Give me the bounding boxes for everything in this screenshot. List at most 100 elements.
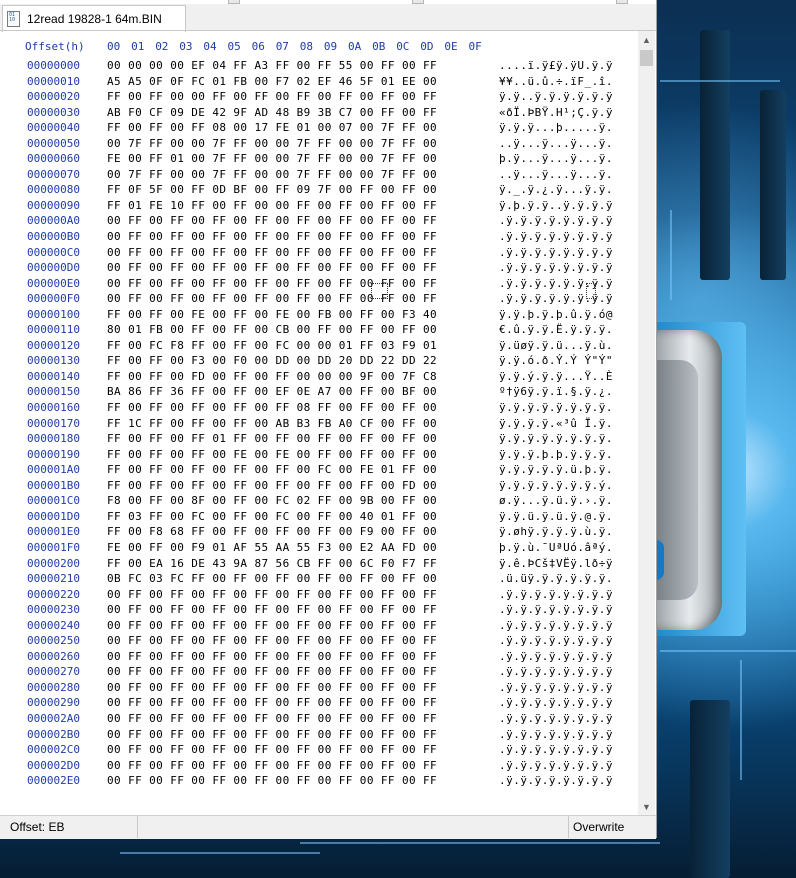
row-hex-bytes[interactable]: F8 00 FF 00 8F 00 FF 00 FC 02 FF 00 9B 0… [107,494,437,507]
hex-row[interactable]: 000001C0 F8 00 FF 00 8F 00 FF 00 FC 02 FF… [0,494,638,510]
row-hex-bytes[interactable]: 00 FF 00 FF 00 FF 00 FF 00 FF 00 FF 00 F… [107,246,437,259]
row-hex-bytes[interactable]: 00 FF 00 FF 00 FF 00 FF 00 FF 00 FF 00 F… [107,619,437,632]
hex-row[interactable]: 000001B0 FF 00 FF 00 FF 00 FF 00 FF 00 FF… [0,479,638,495]
hex-row[interactable]: 00000000 00 00 00 00 EF 04 FF A3 FF 00 FF… [0,59,638,75]
row-ascii[interactable]: ÿ.ÿ.ÿ.ÿ.ÿ.ÿ.ÿ.ÿ. [499,401,613,414]
scroll-up-icon[interactable]: ▲ [638,31,655,48]
hex-row[interactable]: 00000180 FF 00 FF 00 FF 01 FF 00 FF 00 FF… [0,432,638,448]
row-hex-bytes[interactable]: 00 FF 00 FF 00 FF 00 FF 00 FF 00 FF 00 F… [107,665,437,678]
tab-stub[interactable] [412,0,424,4]
hex-row[interactable]: 00000290 00 FF 00 FF 00 FF 00 FF 00 FF 00… [0,696,638,712]
row-ascii[interactable]: þ.ÿ.ù.¯UªUó.âªý. [499,541,613,554]
row-hex-bytes[interactable]: 00 7F FF 00 00 7F FF 00 00 7F FF 00 00 7… [107,168,437,181]
row-hex-bytes[interactable]: 00 7F FF 00 00 7F FF 00 00 7F FF 00 00 7… [107,137,437,150]
hex-row[interactable]: 000001E0 FF 00 F8 68 FF 00 FF 00 FF 00 FF… [0,525,638,541]
row-hex-bytes[interactable]: FF 00 EA 16 DE 43 9A 87 56 CB FF 00 6C F… [107,557,437,570]
row-hex-bytes[interactable]: 00 FF 00 FF 00 FF 00 FF 00 FF 00 FF 00 F… [107,728,437,741]
row-ascii[interactable]: .ÿ.ÿ.ÿ.ÿ.ÿ.ÿ.ÿ.ÿ [499,728,613,741]
row-ascii[interactable]: ..ÿ...ÿ...ÿ...ÿ. [499,168,613,181]
row-hex-bytes[interactable]: 00 FF 00 FF 00 FF 00 FF 00 FF 00 FF 00 F… [107,261,437,274]
hex-row[interactable]: 00000190 FF 00 FF 00 FF 00 FE 00 FE 00 FF… [0,448,638,464]
row-hex-bytes[interactable]: FF 00 FF 00 FF 00 FF 00 FF 00 FC 00 FE 0… [107,463,437,476]
hex-row[interactable]: 000002C0 00 FF 00 FF 00 FF 00 FF 00 FF 00… [0,743,638,759]
row-hex-bytes[interactable]: FF 00 FF 00 F3 00 F0 00 DD 00 DD 20 DD 2… [107,354,437,367]
row-hex-bytes[interactable]: 00 FF 00 FF 00 FF 00 FF 00 FF 00 FF 00 F… [107,650,437,663]
row-hex-bytes[interactable]: FF 00 FF 00 FF 00 FF 00 FF 00 FF 00 FF 0… [107,479,437,492]
row-hex-bytes[interactable]: 00 FF 00 FF 00 FF 00 FF 00 FF 00 FF 00 F… [107,759,437,772]
row-ascii[interactable]: ....ï.ÿ£ÿ.ÿU.ÿ.ÿ [499,59,613,72]
row-hex-bytes[interactable]: FF 00 FF 00 FE 00 FF 00 FE 00 FB 00 FF 0… [107,308,437,321]
hex-row[interactable]: 00000070 00 7F FF 00 00 7F FF 00 00 7F FF… [0,168,638,184]
row-ascii[interactable]: þ.ÿ...ÿ...ÿ...ÿ. [499,152,613,165]
row-hex-bytes[interactable]: FE 00 FF 00 F9 01 AF 55 AA 55 F3 00 E2 A… [107,541,437,554]
row-hex-bytes[interactable]: FF 00 FF 00 00 FF 00 FF 00 FF 00 FF 00 F… [107,90,437,103]
row-hex-bytes[interactable]: 00 FF 00 FF 00 FF 00 FF 00 FF 00 FF 00 F… [107,603,437,616]
row-ascii[interactable]: ÿ.ê.ÞCš‡VËÿ.lð÷ÿ [499,557,613,570]
hex-row[interactable]: 000000B0 00 FF 00 FF 00 FF 00 FF 00 FF 00… [0,230,638,246]
tab-stub[interactable] [228,0,240,4]
row-ascii[interactable]: .ÿ.ÿ.ÿ.ÿ.ÿ.ÿ.ÿ.ÿ [499,603,613,616]
row-ascii[interactable]: .ÿ.ÿ.ÿ.ÿ.ÿ.ÿ.ÿ.ÿ [499,588,613,601]
row-ascii[interactable]: €.û.ÿ.ÿ.Ë.ÿ.ÿ.ÿ. [499,323,613,336]
scroll-down-icon[interactable]: ▼ [638,798,655,815]
row-ascii[interactable]: .ÿ.ÿ.ÿ.ÿ.ÿ.ÿ.ÿ.ÿ [499,665,613,678]
row-hex-bytes[interactable]: 00 FF 00 FF 00 FF 00 FF 00 FF 00 FF 00 F… [107,230,437,243]
row-ascii[interactable]: ..ÿ...ÿ...ÿ...ÿ. [499,137,613,150]
hex-row[interactable]: 00000150 BA 86 FF 36 FF 00 FF 00 EF 0E A7… [0,385,638,401]
hex-row[interactable]: 00000220 00 FF 00 FF 00 FF 00 FF 00 FF 00… [0,588,638,604]
hex-row[interactable]: 00000260 00 FF 00 FF 00 FF 00 FF 00 FF 00… [0,650,638,666]
row-hex-bytes[interactable]: 00 FF 00 FF 00 FF 00 FF 00 FF 00 FF 00 F… [107,696,437,709]
hex-row[interactable]: 00000250 00 FF 00 FF 00 FF 00 FF 00 FF 00… [0,634,638,650]
row-ascii[interactable]: ¥¥..ü.û.÷.ïF_.î. [499,75,613,88]
hex-row[interactable]: 00000090 FF 01 FE 10 FF 00 FF 00 00 FF 00… [0,199,638,215]
hex-row[interactable]: 000002B0 00 FF 00 FF 00 FF 00 FF 00 FF 00… [0,728,638,744]
row-ascii[interactable]: .ÿ.ÿ.ÿ.ÿ.ÿ.ÿ.ÿ.ÿ [499,696,613,709]
row-ascii[interactable]: .ÿ.ÿ.ÿ.ÿ.ÿ.ÿ.ÿ.ÿ [499,759,613,772]
hex-row[interactable]: 000000D0 00 FF 00 FF 00 FF 00 FF 00 FF 00… [0,261,638,277]
row-ascii[interactable]: .ÿ.ÿ.ÿ.ÿ.ÿ.ÿ.ÿ.ÿ [499,230,613,243]
hex-row[interactable]: 000002D0 00 FF 00 FF 00 FF 00 FF 00 FF 00… [0,759,638,775]
hex-rows[interactable]: 00000000 00 00 00 00 EF 04 FF A3 FF 00 FF… [0,59,638,790]
hex-row[interactable]: 00000120 FF 00 FC F8 FF 00 FF 00 FC 00 00… [0,339,638,355]
hex-row[interactable]: 000001A0 FF 00 FF 00 FF 00 FF 00 FF 00 FC… [0,463,638,479]
row-ascii[interactable]: .ü.üÿ.ÿ.ÿ.ÿ.ÿ.ÿ. [499,572,613,585]
hex-row[interactable]: 00000170 FF 1C FF 00 FF 00 FF 00 AB B3 FB… [0,417,638,433]
row-ascii[interactable]: ø.ÿ...ÿ.ü.ÿ.›.ÿ. [499,494,613,507]
row-ascii[interactable]: ÿ._.ÿ.¿.ÿ...ÿ.ÿ. [499,183,613,196]
row-ascii[interactable]: ÿ.ÿ.ÿ.ÿ.ÿ.ÿ.ÿ.ý. [499,479,613,492]
row-hex-bytes[interactable]: A5 A5 0F 0F FC 01 FB 00 F7 02 EF 46 5F 0… [107,75,437,88]
row-hex-bytes[interactable]: 00 FF 00 FF 00 FF 00 FF 00 FF 00 FF 00 F… [107,634,437,647]
row-ascii[interactable]: .ÿ.ÿ.ÿ.ÿ.ÿ.ÿ.ÿ.ÿ [499,774,613,787]
hex-row[interactable]: 00000230 00 FF 00 FF 00 FF 00 FF 00 FF 00… [0,603,638,619]
row-hex-bytes[interactable]: 00 00 00 00 EF 04 FF A3 FF 00 FF 55 00 F… [107,59,437,72]
row-ascii[interactable]: ÿ.ÿ.ÿ.ÿ.ÿ.ÿ.ÿ.ÿ. [499,432,613,445]
row-ascii[interactable]: ÿ.øhÿ.ÿ.ÿ.ÿ.ù.ÿ. [499,525,613,538]
hex-row[interactable]: 00000060 FE 00 FF 01 00 7F FF 00 00 7F FF… [0,152,638,168]
hex-row[interactable]: 000000C0 00 FF 00 FF 00 FF 00 FF 00 FF 00… [0,246,638,262]
row-ascii[interactable]: .ÿ.ÿ.ÿ.ÿ.ÿ.ÿ.ÿ.ÿ [499,634,613,647]
status-mode[interactable]: Overwrite [568,816,656,838]
hex-row[interactable]: 000001F0 FE 00 FF 00 F9 01 AF 55 AA 55 F3… [0,541,638,557]
row-ascii[interactable]: ÿ.ÿ.ÿ.ÿ.«³û Ï.ÿ. [499,417,613,430]
row-hex-bytes[interactable]: AB F0 CF 09 DE 42 9F AD 48 B9 3B C7 00 F… [107,106,437,119]
scroll-thumb[interactable] [640,50,653,66]
tab-file[interactable]: 01 10 12read 19828-1 64m.BIN [2,5,186,32]
row-ascii[interactable]: ÿ.ÿ.þ.ÿ.þ.û.ÿ.ó@ [499,308,613,321]
row-hex-bytes[interactable]: FF 03 FF 00 FC 00 FF 00 FC 00 FF 00 40 0… [107,510,437,523]
hex-row[interactable]: 00000130 FF 00 FF 00 F3 00 F0 00 DD 00 DD… [0,354,638,370]
row-hex-bytes[interactable]: FF 00 F8 68 FF 00 FF 00 FF 00 FF 00 F9 0… [107,525,437,538]
vertical-scrollbar[interactable]: ▲ ▼ [638,31,655,815]
hex-row[interactable]: 000000A0 00 FF 00 FF 00 FF 00 FF 00 FF 00… [0,214,638,230]
row-ascii[interactable]: .ÿ.ÿ.ÿ.ÿ.ÿ.ÿ.ÿ.ÿ [499,650,613,663]
hex-row[interactable]: 00000160 FF 00 FF 00 FF 00 FF 00 FF 08 FF… [0,401,638,417]
row-hex-bytes[interactable]: FF 00 FF 00 FF 08 00 17 FE 01 00 07 00 7… [107,121,437,134]
row-hex-bytes[interactable]: 80 01 FB 00 FF 00 FF 00 CB 00 FF 00 FF 0… [107,323,437,336]
row-ascii[interactable]: ÿ.ÿ.ý.ÿ.ÿ...Ÿ..È [499,370,613,383]
row-ascii[interactable]: .ÿ.ÿ.ÿ.ÿ.ÿ.ÿ.ÿ.ÿ [499,712,613,725]
row-hex-bytes[interactable]: 00 FF 00 FF 00 FF 00 FF 00 FF 00 FF 00 F… [107,743,437,756]
row-hex-bytes[interactable]: 00 FF 00 FF 00 FF 00 FF 00 FF 00 FF 00 F… [107,774,437,787]
row-ascii[interactable]: .ÿ.ÿ.ÿ.ÿ.ÿ.ÿ.ÿ.ÿ [499,619,613,632]
hex-row[interactable]: 00000110 80 01 FB 00 FF 00 FF 00 CB 00 FF… [0,323,638,339]
hex-row[interactable]: 000001D0 FF 03 FF 00 FC 00 FF 00 FC 00 FF… [0,510,638,526]
row-ascii[interactable]: .ÿ.ÿ.ÿ.ÿ.ÿ.ÿ.ÿ.ÿ [499,246,613,259]
